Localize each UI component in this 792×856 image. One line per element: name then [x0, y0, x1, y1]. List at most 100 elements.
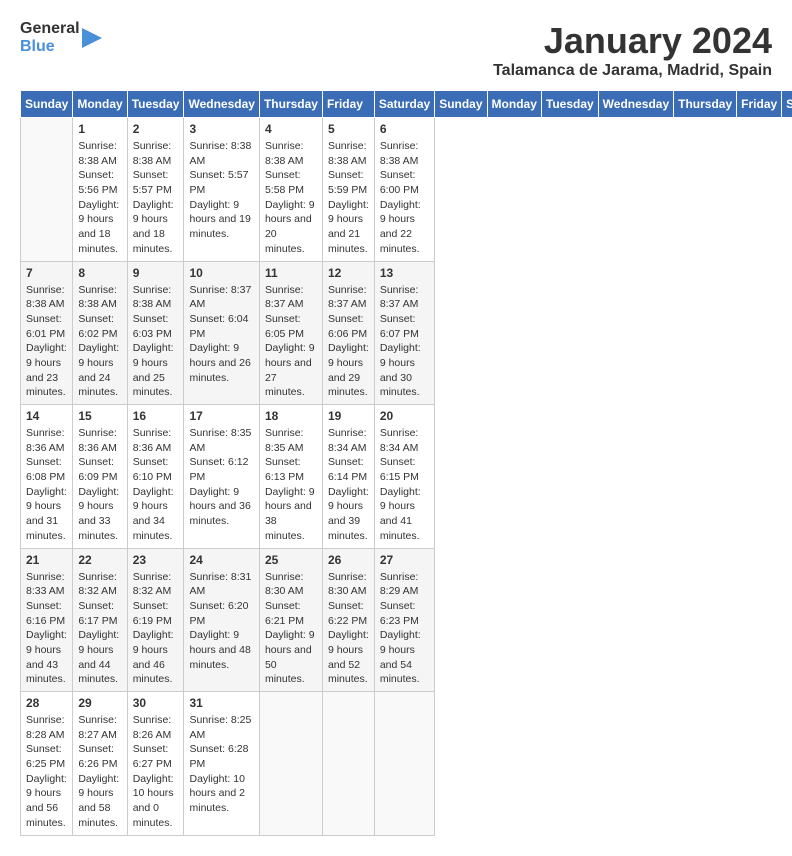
calendar-cell: 15 Sunrise: 8:36 AMSunset: 6:09 PMDayligh… — [73, 405, 127, 549]
day-info: Sunrise: 8:35 AMSunset: 6:13 PMDaylight:… — [265, 426, 317, 544]
calendar-cell: 31Sunrise: 8:25 AMSunset: 6:28 PMDayligh… — [184, 692, 259, 836]
day-info: Sunrise: 8:26 AMSunset: 6:27 PMDaylight:… — [133, 713, 179, 831]
day-number: 27 — [380, 553, 429, 567]
calendar-cell: 22 Sunrise: 8:32 AMSunset: 6:17 PMDayligh… — [73, 548, 127, 692]
day-info: Sunrise: 8:27 AMSunset: 6:26 PMDaylight:… — [78, 713, 121, 831]
calendar-cell: 17Sunrise: 8:35 AMSunset: 6:12 PMDayligh… — [184, 405, 259, 549]
weekday-header-friday: Friday — [322, 91, 374, 118]
day-number: 17 — [189, 409, 253, 423]
weekday-header-wednesday: Wednesday — [598, 91, 673, 118]
day-info: Sunrise: 8:36 AMSunset: 6:08 PMDaylight:… — [26, 426, 67, 544]
day-number: 22 — [78, 553, 121, 567]
calendar-cell: 19 Sunrise: 8:34 AMSunset: 6:14 PMDayligh… — [322, 405, 374, 549]
day-info: Sunrise: 8:36 AMSunset: 6:09 PMDaylight:… — [78, 426, 121, 544]
day-info: Sunrise: 8:36 AMSunset: 6:10 PMDaylight:… — [133, 426, 179, 544]
weekday-header-wednesday: Wednesday — [184, 91, 259, 118]
calendar-cell: 10 Sunrise: 8:37 AMSunset: 6:04 PMDayligh… — [184, 261, 259, 405]
day-number: 20 — [380, 409, 429, 423]
day-info: Sunrise: 8:34 AMSunset: 6:14 PMDaylight:… — [328, 426, 369, 544]
calendar-cell: 2Sunrise: 8:38 AMSunset: 5:57 PMDaylight… — [127, 118, 184, 262]
day-number: 19 — [328, 409, 369, 423]
calendar-cell: 12Sunrise: 8:37 AMSunset: 6:06 PMDayligh… — [322, 261, 374, 405]
weekday-header-tuesday: Tuesday — [127, 91, 184, 118]
location-subtitle: Talamanca de Jarama, Madrid, Spain — [493, 62, 772, 80]
day-info: Sunrise: 8:37 AMSunset: 6:04 PMDaylight:… — [189, 283, 253, 386]
day-info: Sunrise: 8:38 AMSunset: 6:02 PMDaylight:… — [78, 283, 121, 401]
month-title: January 2024 — [493, 20, 772, 62]
calendar-week-row: 14Sunrise: 8:36 AMSunset: 6:08 PMDayligh… — [21, 405, 792, 549]
calendar-cell: 14Sunrise: 8:36 AMSunset: 6:08 PMDayligh… — [21, 405, 73, 549]
calendar-week-row: 1Sunrise: 8:38 AMSunset: 5:56 PMDaylight… — [21, 118, 792, 262]
calendar-cell: 30 Sunrise: 8:26 AMSunset: 6:27 PMDayligh… — [127, 692, 184, 836]
day-info: Sunrise: 8:37 AMSunset: 6:05 PMDaylight:… — [265, 283, 317, 401]
day-info: Sunrise: 8:32 AMSunset: 6:17 PMDaylight:… — [78, 570, 121, 688]
logo-container: General Blue — [20, 20, 102, 55]
title-block: January 2024 Talamanca de Jarama, Madrid… — [493, 20, 772, 80]
logo-bird-icon — [82, 23, 102, 53]
day-number: 30 — [133, 696, 179, 710]
day-number: 25 — [265, 553, 317, 567]
day-info: Sunrise: 8:38 AMSunset: 5:56 PMDaylight:… — [78, 139, 121, 257]
day-info: Sunrise: 8:33 AMSunset: 6:16 PMDaylight:… — [26, 570, 67, 688]
day-info: Sunrise: 8:31 AMSunset: 6:20 PMDaylight:… — [189, 570, 253, 673]
weekday-header-sunday: Sunday — [435, 91, 487, 118]
day-number: 21 — [26, 553, 67, 567]
day-info: Sunrise: 8:30 AMSunset: 6:21 PMDaylight:… — [265, 570, 317, 688]
day-number: 11 — [265, 266, 317, 280]
logo-text-general: General — [20, 20, 80, 38]
calendar-cell — [21, 118, 73, 262]
calendar-cell: 5Sunrise: 8:38 AMSunset: 5:59 PMDaylight… — [322, 118, 374, 262]
calendar-cell: 9Sunrise: 8:38 AMSunset: 6:03 PMDaylight… — [127, 261, 184, 405]
day-info: Sunrise: 8:38 AMSunset: 5:57 PMDaylight:… — [133, 139, 179, 257]
calendar-cell: 24Sunrise: 8:31 AMSunset: 6:20 PMDayligh… — [184, 548, 259, 692]
calendar-week-row: 21 Sunrise: 8:33 AMSunset: 6:16 PMDayligh… — [21, 548, 792, 692]
page-header: General Blue January 2024 Talamanca de J… — [20, 20, 772, 80]
day-info: Sunrise: 8:37 AMSunset: 6:07 PMDaylight:… — [380, 283, 429, 401]
calendar-cell: 27 Sunrise: 8:29 AMSunset: 6:23 PMDayligh… — [374, 548, 434, 692]
calendar-cell: 26 Sunrise: 8:30 AMSunset: 6:22 PMDayligh… — [322, 548, 374, 692]
calendar-cell: 20 Sunrise: 8:34 AMSunset: 6:15 PMDayligh… — [374, 405, 434, 549]
day-number: 13 — [380, 266, 429, 280]
calendar-cell: 23 Sunrise: 8:32 AMSunset: 6:19 PMDayligh… — [127, 548, 184, 692]
weekday-header-thursday: Thursday — [674, 91, 737, 118]
logo: General Blue — [20, 20, 102, 55]
calendar-cell: 1Sunrise: 8:38 AMSunset: 5:56 PMDaylight… — [73, 118, 127, 262]
calendar-cell: 6Sunrise: 8:38 AMSunset: 6:00 PMDaylight… — [374, 118, 434, 262]
day-number: 26 — [328, 553, 369, 567]
day-number: 5 — [328, 122, 369, 136]
calendar-cell: 18 Sunrise: 8:35 AMSunset: 6:13 PMDayligh… — [259, 405, 322, 549]
calendar-table: SundayMondayTuesdayWednesdayThursdayFrid… — [20, 90, 792, 836]
day-number: 6 — [380, 122, 429, 136]
day-number: 31 — [189, 696, 253, 710]
calendar-cell: 3 Sunrise: 8:38 AMSunset: 5:57 PMDaylight… — [184, 118, 259, 262]
day-info: Sunrise: 8:32 AMSunset: 6:19 PMDaylight:… — [133, 570, 179, 688]
day-info: Sunrise: 8:30 AMSunset: 6:22 PMDaylight:… — [328, 570, 369, 688]
day-number: 23 — [133, 553, 179, 567]
day-info: Sunrise: 8:28 AMSunset: 6:25 PMDaylight:… — [26, 713, 67, 831]
weekday-header-sunday: Sunday — [21, 91, 73, 118]
day-info: Sunrise: 8:29 AMSunset: 6:23 PMDaylight:… — [380, 570, 429, 688]
day-info: Sunrise: 8:38 AMSunset: 5:57 PMDaylight:… — [189, 139, 253, 242]
calendar-cell: 11 Sunrise: 8:37 AMSunset: 6:05 PMDayligh… — [259, 261, 322, 405]
weekday-header-thursday: Thursday — [259, 91, 322, 118]
day-number: 12 — [328, 266, 369, 280]
weekday-header-friday: Friday — [737, 91, 782, 118]
weekday-header-monday: Monday — [73, 91, 127, 118]
day-number: 18 — [265, 409, 317, 423]
calendar-header-row: SundayMondayTuesdayWednesdayThursdayFrid… — [21, 91, 792, 118]
calendar-cell — [322, 692, 374, 836]
day-number: 28 — [26, 696, 67, 710]
calendar-cell: 8Sunrise: 8:38 AMSunset: 6:02 PMDaylight… — [73, 261, 127, 405]
calendar-cell: 4Sunrise: 8:38 AMSunset: 5:58 PMDaylight… — [259, 118, 322, 262]
calendar-cell: 21 Sunrise: 8:33 AMSunset: 6:16 PMDayligh… — [21, 548, 73, 692]
day-number: 3 — [189, 122, 253, 136]
calendar-cell: 28 Sunrise: 8:28 AMSunset: 6:25 PMDayligh… — [21, 692, 73, 836]
day-number: 15 — [78, 409, 121, 423]
day-number: 10 — [189, 266, 253, 280]
calendar-cell: 29 Sunrise: 8:27 AMSunset: 6:26 PMDayligh… — [73, 692, 127, 836]
day-number: 16 — [133, 409, 179, 423]
day-number: 9 — [133, 266, 179, 280]
day-info: Sunrise: 8:34 AMSunset: 6:15 PMDaylight:… — [380, 426, 429, 544]
calendar-cell: 16 Sunrise: 8:36 AMSunset: 6:10 PMDayligh… — [127, 405, 184, 549]
day-number: 29 — [78, 696, 121, 710]
